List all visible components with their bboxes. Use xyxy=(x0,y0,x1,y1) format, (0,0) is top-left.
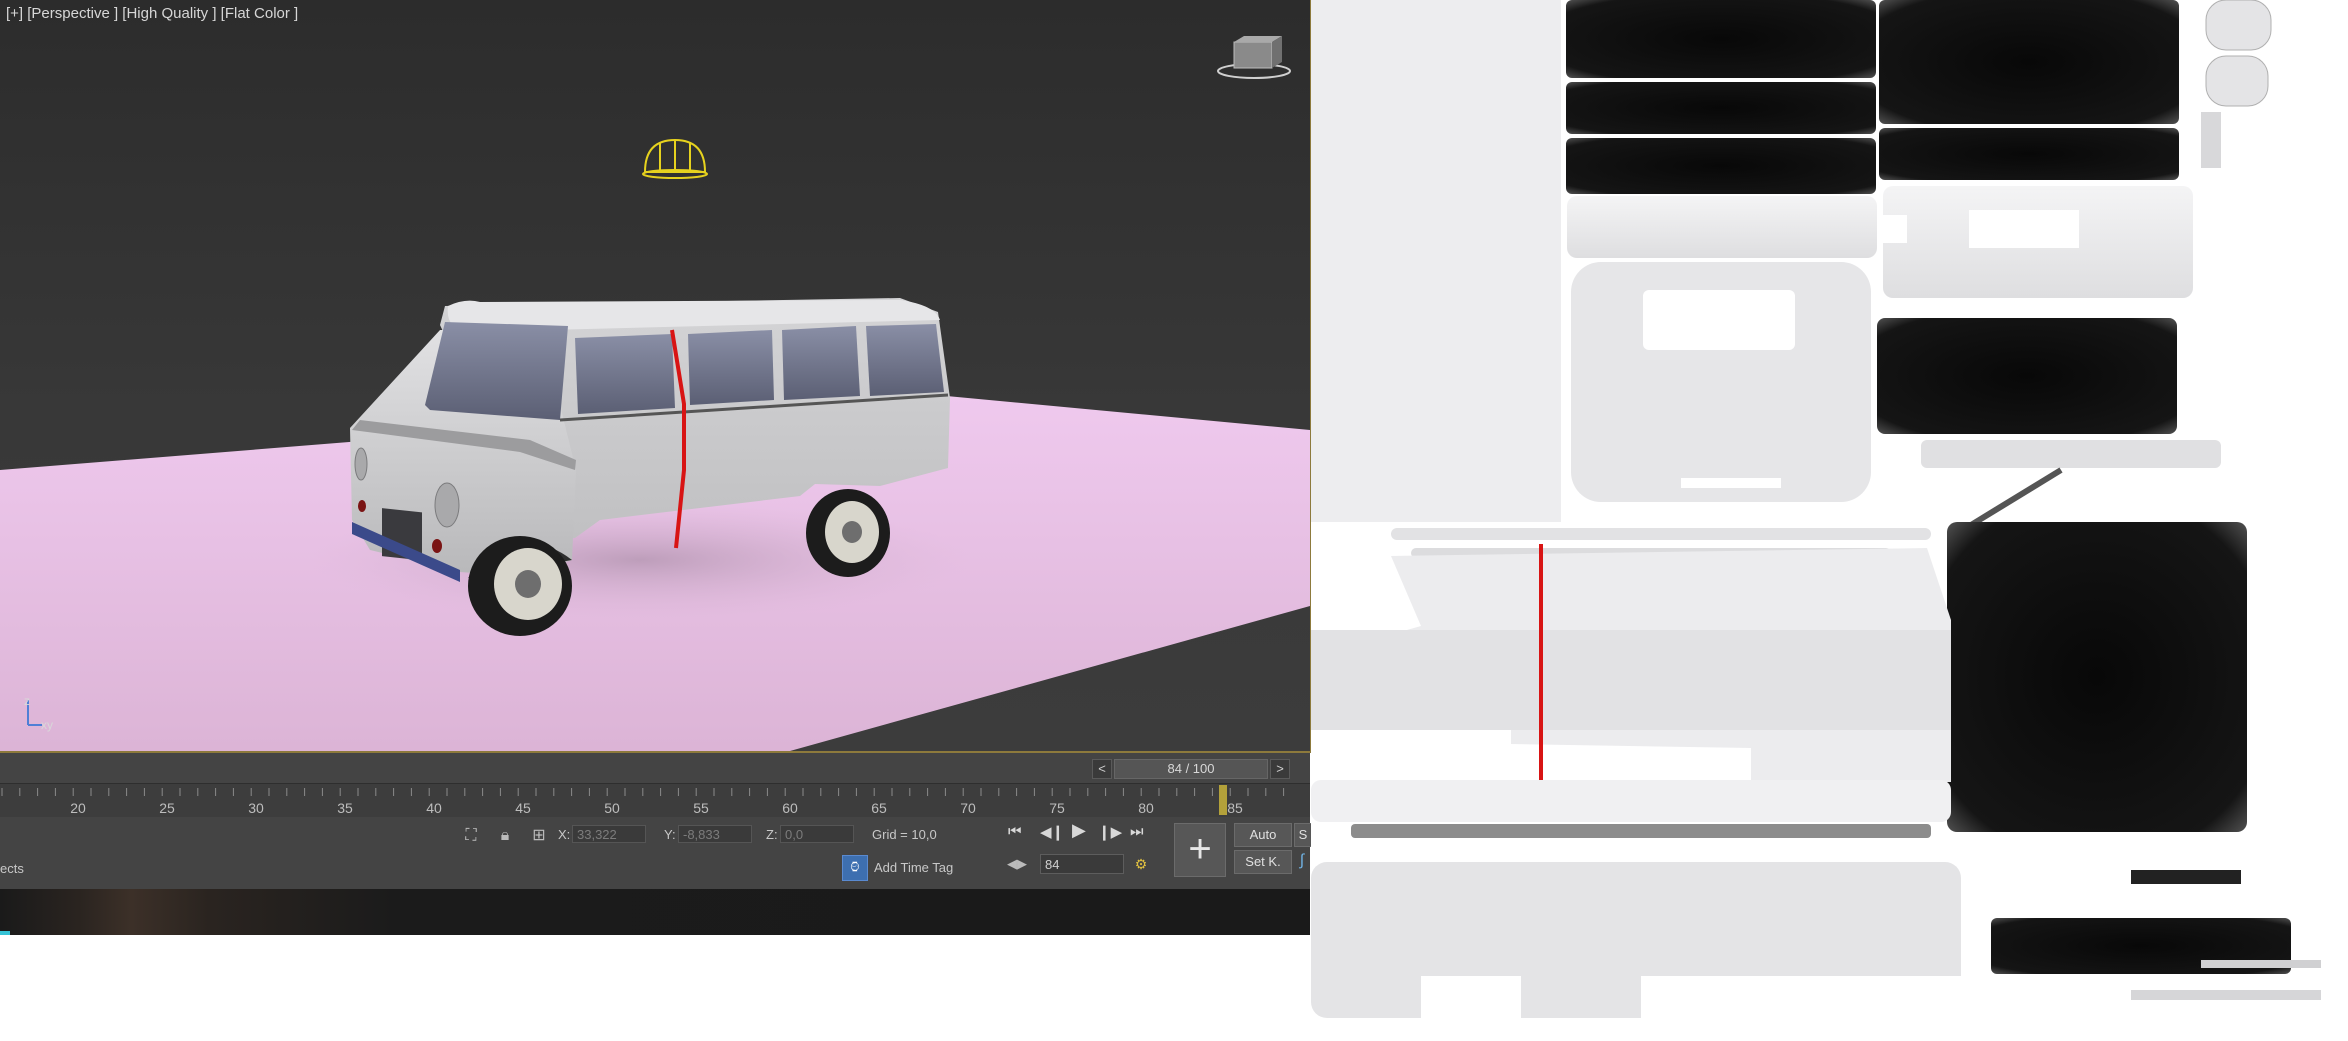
timeline-tick-label: 30 xyxy=(248,800,264,816)
timeline-tick-label: 55 xyxy=(693,800,709,816)
time-tag-icon[interactable]: ⌚︎ xyxy=(842,855,868,881)
add-time-tag-button[interactable]: Add Time Tag xyxy=(874,860,953,875)
timeline-tick-label: 75 xyxy=(1049,800,1065,816)
x-coord-field[interactable]: 33,322 xyxy=(572,825,646,843)
auto-key-button[interactable]: Auto xyxy=(1234,823,1292,847)
timeline-tick-label: 25 xyxy=(159,800,175,816)
absolute-mode-icon[interactable]: ⊞ xyxy=(528,825,550,847)
timeline-tick-label: 80 xyxy=(1138,800,1154,816)
next-frame-button[interactable]: > xyxy=(1270,759,1290,779)
selection-lock-icon[interactable]: 🔒︎ xyxy=(494,825,516,847)
uv-texture-image xyxy=(1311,0,2321,1036)
z-coord-field[interactable]: 0,0 xyxy=(780,825,854,843)
set-key-icon[interactable]: + xyxy=(1174,823,1226,877)
key-filters-icon[interactable]: ∫ xyxy=(1294,850,1310,872)
axis-xy-label: xy xyxy=(41,718,53,732)
timeline-tick-label: 50 xyxy=(604,800,620,816)
selection-status-text: ects xyxy=(0,861,24,876)
axis-z-label: z xyxy=(24,694,30,708)
go-to-end-icon[interactable]: ⏭ xyxy=(1130,823,1144,840)
isolate-selection-icon[interactable]: ⛶ xyxy=(460,825,482,847)
time-slider-row: < 84 / 100 > xyxy=(0,753,1310,783)
timeline-and-status-area: < 84 / 100 > 20 25 30 35 40 45 50 55 60 65 70 75 80 8… xyxy=(0,753,1312,935)
y-coord-label: Y: xyxy=(664,827,676,842)
x-coord-label: X: xyxy=(558,827,571,842)
grid-size-readout: Grid = 10,0 xyxy=(872,827,937,842)
go-to-start-icon[interactable]: ⏮ xyxy=(1008,823,1022,840)
set-key-mode-button[interactable]: Set K. xyxy=(1234,850,1292,874)
skylight-icon xyxy=(642,138,708,179)
play-icon[interactable]: ▶ xyxy=(1072,820,1086,841)
previous-frame-icon[interactable]: ◀❙ xyxy=(1040,823,1064,841)
taskbar-strip xyxy=(0,889,1310,935)
timeline-tick-label: 85 xyxy=(1227,800,1243,816)
taskbar-accent xyxy=(0,931,10,935)
timeline-tick-label: 65 xyxy=(871,800,887,816)
timeline-tick-label: 40 xyxy=(426,800,442,816)
selected-filter-button[interactable]: S xyxy=(1294,823,1312,847)
current-frame-marker xyxy=(1219,785,1227,815)
current-frame-field[interactable]: 84 xyxy=(1040,854,1124,874)
next-frame-icon[interactable]: ❙▶ xyxy=(1098,823,1122,841)
track-bar-ticks xyxy=(1,785,1285,815)
key-mode-toggle-icon[interactable]: ◀▶ xyxy=(1006,853,1028,875)
y-coord-field[interactable]: -8,833 xyxy=(678,825,752,843)
perspective-viewport[interactable]: z xy [+] [Perspective ] [High Quality ] … xyxy=(0,0,1312,753)
timeline-tick-label: 70 xyxy=(960,800,976,816)
prev-frame-button[interactable]: < xyxy=(1092,759,1112,779)
timeline-tick-label: 35 xyxy=(337,800,353,816)
scene-canvas: z xy xyxy=(0,36,1310,751)
time-configuration-icon[interactable]: ⚙ xyxy=(1130,853,1152,875)
z-coord-label: Z: xyxy=(766,827,778,842)
viewport-label-menu[interactable]: [+] [Perspective ] [High Quality ] [Flat… xyxy=(6,5,298,22)
timeline-tick-label: 60 xyxy=(782,800,798,816)
timeline-tick-label: 45 xyxy=(515,800,531,816)
time-slider[interactable]: 84 / 100 xyxy=(1114,759,1268,779)
status-bar: ects ⛶ 🔒︎ ⊞ X: 33,322 Y: -8,833 Z: 0,0 G… xyxy=(0,817,1312,889)
track-bar[interactable]: 20 25 30 35 40 45 50 55 60 65 70 75 80 85 xyxy=(0,783,1310,818)
viewcube-icon xyxy=(1217,36,1291,79)
uv-texture-map xyxy=(1311,0,2348,1036)
timeline-tick-label: 20 xyxy=(70,800,86,816)
